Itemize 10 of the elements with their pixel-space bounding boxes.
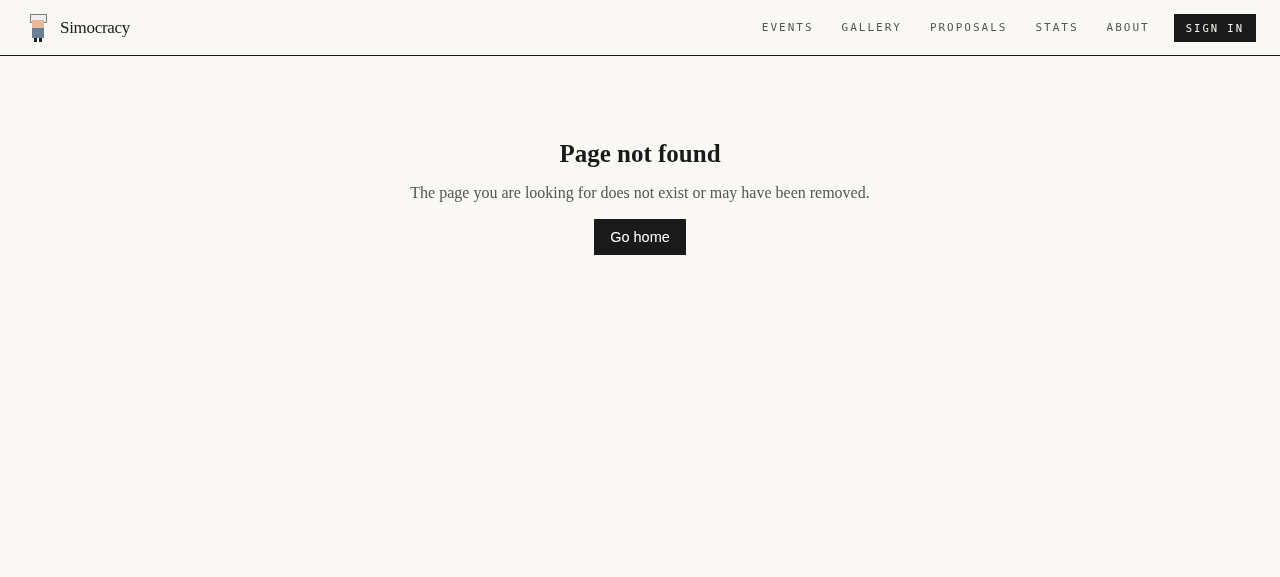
nav-link[interactable]: STATS bbox=[1035, 21, 1079, 34]
nav-link[interactable]: EVENTS bbox=[761, 21, 814, 34]
brand-name[interactable]: Simocracy bbox=[60, 17, 130, 38]
error-message: The page you are looking for does not exist or may have been removed. bbox=[410, 184, 870, 202]
nav-link[interactable]: ABOUT bbox=[1106, 21, 1150, 34]
nav-link[interactable]: PROPOSALS bbox=[929, 21, 1008, 34]
nav-link[interactable]: GALLERY bbox=[841, 21, 902, 34]
page-title: Page not found bbox=[559, 140, 721, 168]
go-home-button[interactable]: Go home bbox=[594, 219, 686, 255]
sign-in-button[interactable]: SIGN IN bbox=[1173, 13, 1256, 42]
